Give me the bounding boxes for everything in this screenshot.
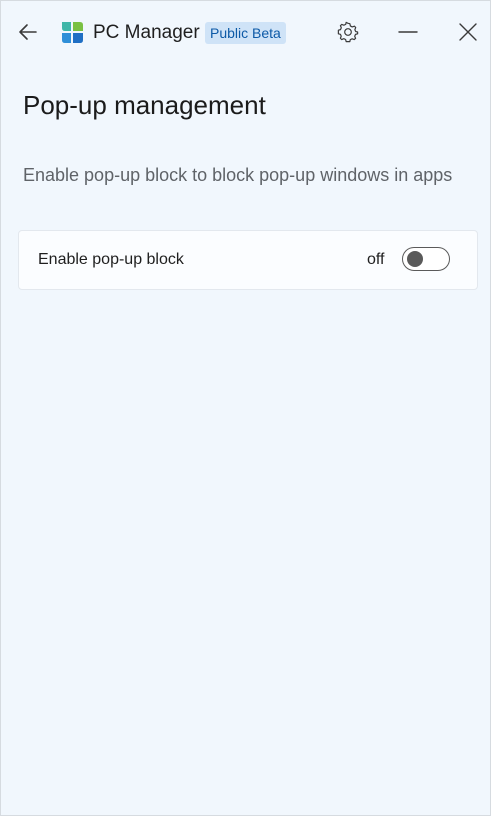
back-button[interactable] bbox=[9, 13, 47, 51]
app-name: PC Manager bbox=[93, 22, 200, 43]
page-title: Pop-up management bbox=[23, 90, 266, 120]
popup-block-setting-card: Enable pop-up block off bbox=[18, 230, 478, 290]
gear-icon bbox=[337, 21, 359, 43]
settings-button[interactable] bbox=[329, 13, 367, 51]
close-button[interactable] bbox=[449, 13, 487, 51]
close-icon bbox=[459, 23, 477, 41]
minimize-icon bbox=[398, 31, 418, 33]
title-bar: PC Manager Public Beta bbox=[1, 1, 490, 63]
arrow-left-icon bbox=[19, 24, 37, 40]
public-beta-badge: Public Beta bbox=[205, 22, 286, 44]
toggle-knob bbox=[407, 251, 423, 267]
toggle-state-text: off bbox=[367, 251, 385, 268]
minimize-button[interactable] bbox=[389, 13, 427, 51]
app-window: PC Manager Public Beta Pop-up management… bbox=[0, 0, 491, 816]
popup-block-toggle[interactable] bbox=[402, 247, 450, 271]
popup-block-label: Enable pop-up block bbox=[38, 251, 184, 268]
page-description: Enable pop-up block to block pop-up wind… bbox=[23, 165, 453, 185]
pc-manager-logo bbox=[62, 22, 83, 43]
